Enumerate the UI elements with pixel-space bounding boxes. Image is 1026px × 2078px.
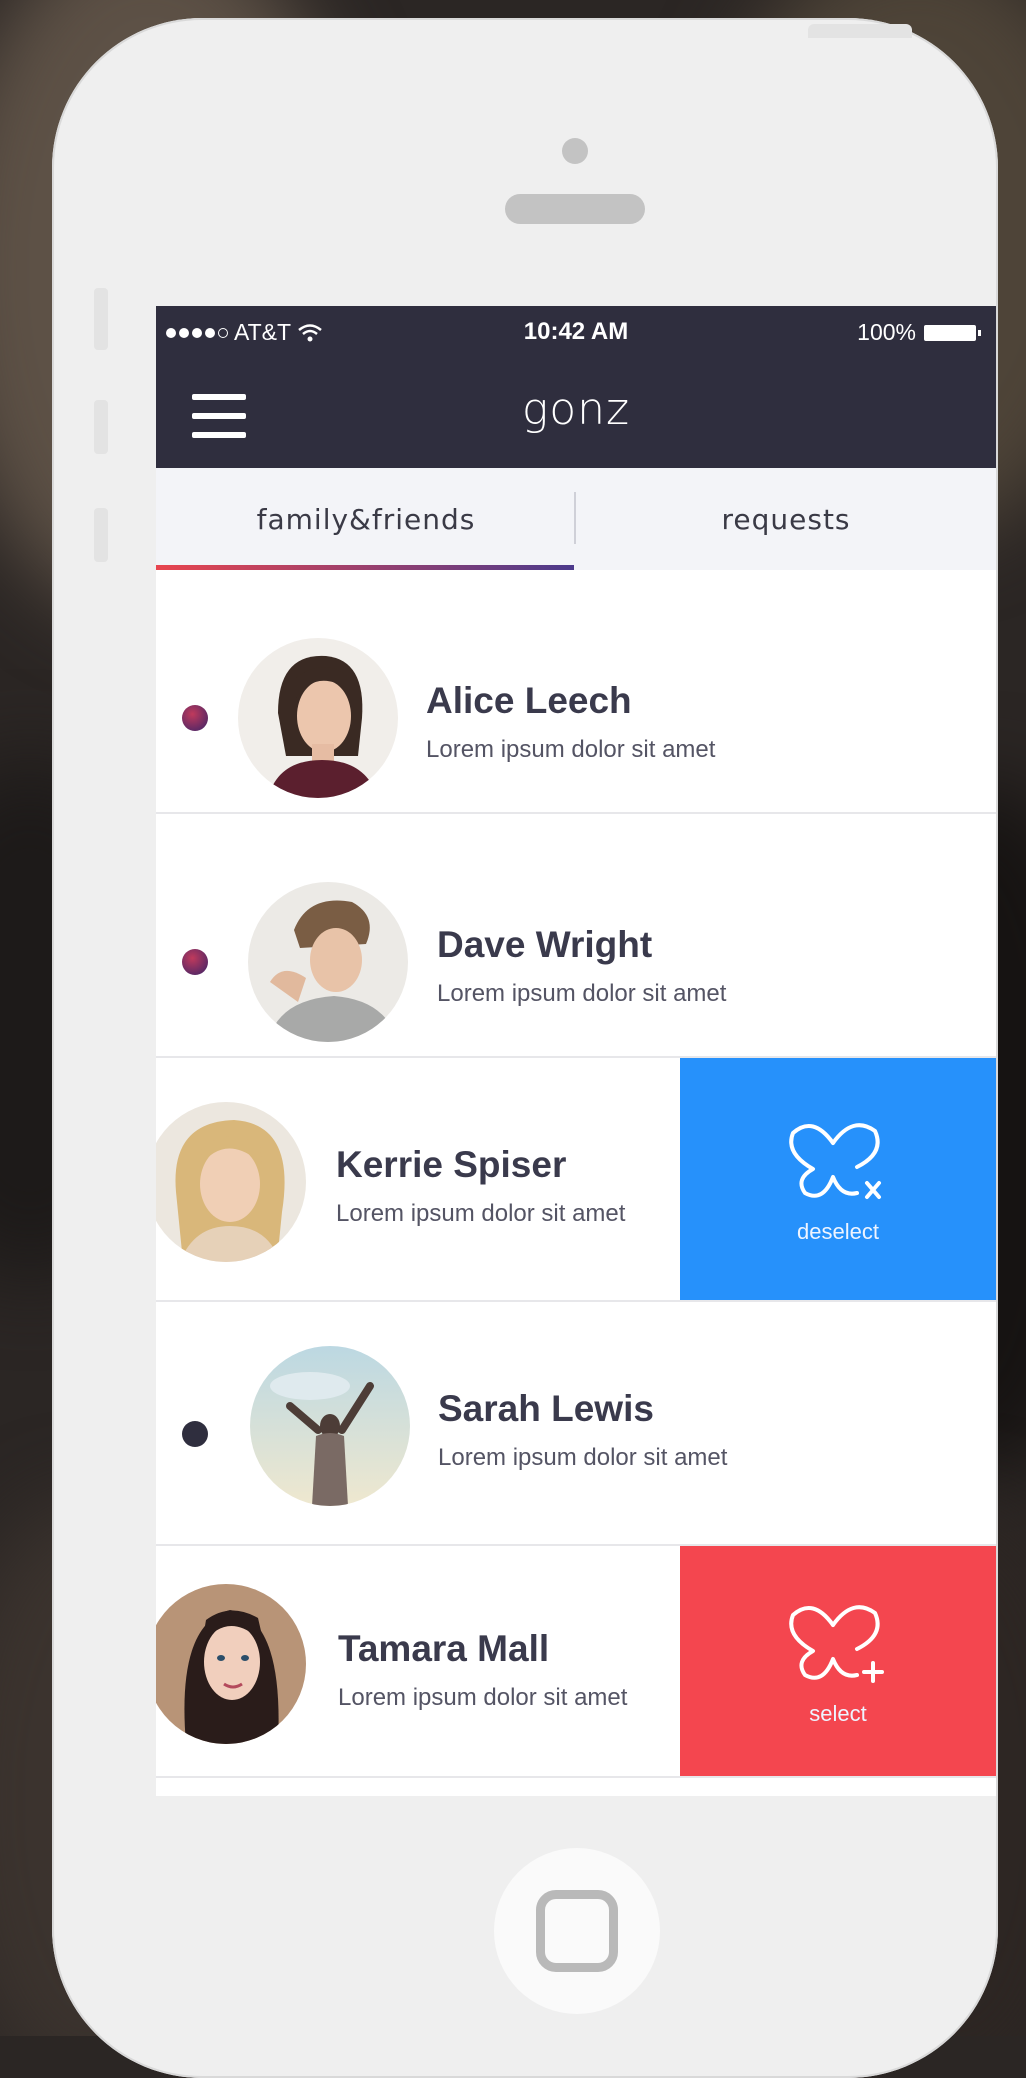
volume-down-button	[94, 508, 108, 562]
earpiece-speaker	[505, 194, 645, 224]
contact-list: Alice Leech Lorem ipsum dolor sit amet D…	[156, 570, 996, 1778]
avatar	[250, 1346, 410, 1506]
contact-subtitle: Lorem ipsum dolor sit amet	[426, 736, 716, 763]
select-button[interactable]: select	[680, 1546, 996, 1776]
butterfly-x-icon	[789, 1123, 881, 1199]
contact-name: Kerrie Spiser	[336, 1144, 567, 1185]
status-dot	[182, 949, 208, 975]
contact-name: Sarah Lewis	[438, 1388, 654, 1429]
tab-family-friends[interactable]: family&friends	[156, 468, 576, 570]
status-bar: AT&T 10:42 AM 100%	[156, 306, 996, 364]
butterfly-plus-icon	[789, 1605, 884, 1683]
mute-switch	[94, 288, 108, 350]
avatar	[248, 882, 408, 1042]
avatar	[238, 638, 398, 798]
tab-requests[interactable]: requests	[576, 468, 996, 570]
contact-subtitle: Lorem ipsum dolor sit amet	[437, 980, 727, 1007]
tab-bar: family&friends requests	[156, 468, 996, 570]
deselect-button[interactable]: deselect	[680, 1058, 996, 1300]
phone-frame: AT&T 10:42 AM 100% gonz family&friends r…	[52, 18, 998, 2078]
avatar	[156, 1584, 306, 1744]
avatar	[156, 1102, 306, 1262]
contact-row-dave-wright[interactable]: Dave Wright Lorem ipsum dolor sit amet	[156, 814, 996, 1058]
contact-subtitle: Lorem ipsum dolor sit amet	[438, 1444, 728, 1471]
contact-name: Tamara Mall	[338, 1628, 550, 1669]
home-square-icon	[536, 1890, 618, 1972]
battery-percent: 100%	[857, 319, 916, 345]
status-dot	[182, 705, 208, 731]
app-title: gonz	[521, 384, 631, 435]
home-button[interactable]	[494, 1848, 660, 2014]
volume-up-button	[94, 400, 108, 454]
app-screen: AT&T 10:42 AM 100% gonz family&friends r…	[156, 306, 996, 1796]
tab-divider	[574, 492, 576, 544]
contact-name: Alice Leech	[426, 680, 632, 721]
nav-bar: gonz	[156, 364, 996, 468]
power-button	[808, 24, 912, 38]
contact-row-alice-leech[interactable]: Alice Leech Lorem ipsum dolor sit amet	[156, 570, 996, 814]
contact-name: Dave Wright	[437, 924, 653, 965]
battery-icon	[924, 324, 981, 341]
select-label: select	[809, 1701, 867, 1726]
deselect-label: deselect	[797, 1219, 879, 1244]
contact-subtitle: Lorem ipsum dolor sit amet	[338, 1684, 628, 1711]
status-dot	[182, 1421, 208, 1447]
contact-row-tamara-mall[interactable]: Tamara Mall Lorem ipsum dolor sit amet s…	[156, 1546, 996, 1778]
contact-row-sarah-lewis[interactable]: Sarah Lewis Lorem ipsum dolor sit amet	[156, 1302, 996, 1546]
contact-row-kerrie-spiser[interactable]: Kerrie Spiser Lorem ipsum dolor sit amet…	[156, 1058, 996, 1302]
contact-subtitle: Lorem ipsum dolor sit amet	[336, 1200, 626, 1227]
front-camera	[562, 138, 588, 164]
